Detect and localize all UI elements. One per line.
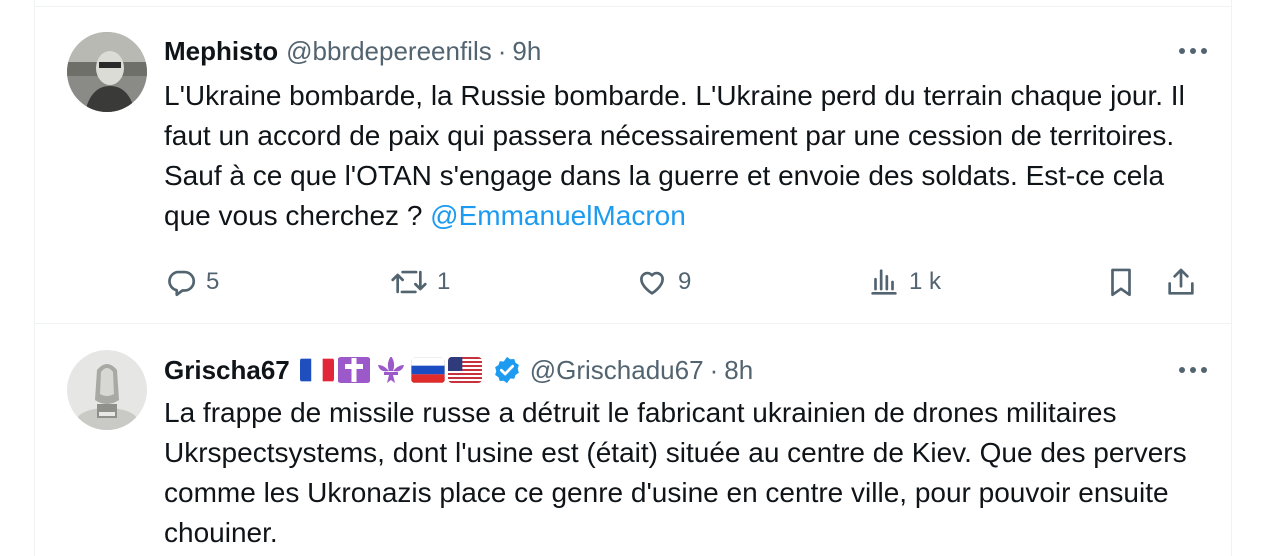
views-count: 1 k xyxy=(909,268,942,295)
flag-france-icon xyxy=(299,357,334,383)
retweet-count: 1 xyxy=(437,268,451,295)
name-emojis xyxy=(299,357,482,383)
like-icon xyxy=(634,265,670,299)
separator-dot: · xyxy=(709,354,719,385)
reply-icon xyxy=(164,265,198,299)
share-icon xyxy=(1164,265,1198,299)
fleur-de-lis-icon xyxy=(374,357,408,383)
latin-cross-icon xyxy=(337,357,371,383)
retweet-button[interactable]: 1 xyxy=(389,262,450,302)
like-count: 9 xyxy=(678,268,692,295)
views-button[interactable]: 1 k xyxy=(867,262,941,302)
tweet[interactable]: Mephisto @bbrdepereenfils · 9h L'Ukraine… xyxy=(35,7,1231,324)
tweet-actions: 5 1 9 1 k xyxy=(164,262,1211,302)
more-icon[interactable] xyxy=(1175,34,1211,68)
bookmark-icon xyxy=(1104,265,1138,299)
user-handle[interactable]: @bbrdepereenfils xyxy=(286,36,492,67)
tweet-text: La frappe de missile russe a détruit le … xyxy=(164,397,1187,548)
reply-button[interactable]: 5 xyxy=(164,262,219,302)
timestamp[interactable]: 9h xyxy=(512,36,541,67)
timestamp[interactable]: 8h xyxy=(724,355,753,386)
views-icon xyxy=(867,265,901,299)
flag-russia-icon xyxy=(410,357,445,383)
timeline-column: Mephisto @bbrdepereenfils · 9h L'Ukraine… xyxy=(34,0,1232,556)
share-button[interactable] xyxy=(1164,262,1198,302)
bookmark-button[interactable] xyxy=(1104,262,1138,302)
retweet-icon xyxy=(389,265,429,299)
avatar[interactable] xyxy=(67,32,147,112)
avatar[interactable] xyxy=(67,350,147,430)
reply-count: 5 xyxy=(206,268,220,295)
tweet[interactable]: Grischa67 @Grischadu67 · 8h La frappe de… xyxy=(35,324,1231,556)
more-icon[interactable] xyxy=(1175,353,1211,387)
like-button[interactable]: 9 xyxy=(634,262,691,302)
display-name[interactable]: Grischa67 xyxy=(164,355,290,386)
tweet-header: Mephisto @bbrdepereenfils · 9h xyxy=(164,34,1211,68)
display-name[interactable]: Mephisto xyxy=(164,36,278,67)
separator-dot: · xyxy=(497,35,507,66)
tweet-header: Grischa67 @Grischadu67 · 8h xyxy=(164,353,1211,387)
verified-badge-icon xyxy=(492,355,522,385)
mention-link[interactable]: @EmmanuelMacron xyxy=(430,200,686,231)
tweet-text: L'Ukraine bombarde, la Russie bombarde. … xyxy=(164,76,1203,236)
flag-usa-icon xyxy=(447,357,482,383)
user-handle[interactable]: @Grischadu67 xyxy=(530,355,704,386)
